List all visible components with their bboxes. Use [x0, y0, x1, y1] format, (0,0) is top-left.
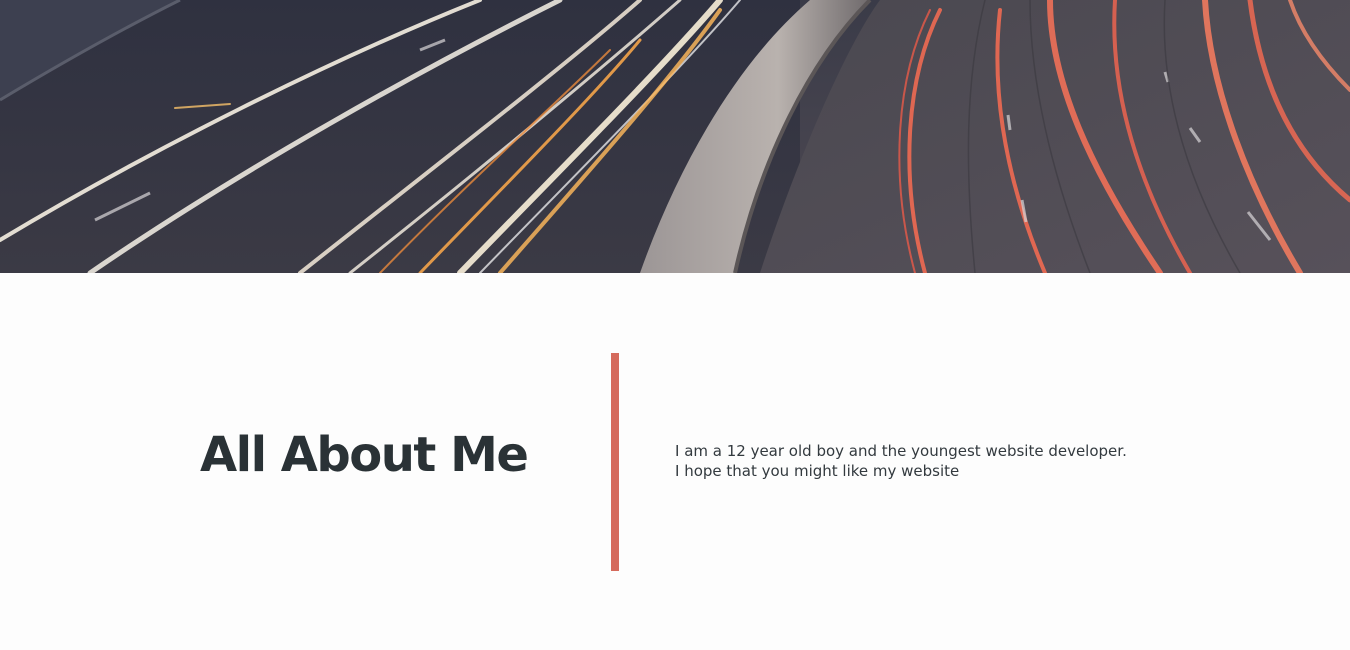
accent-divider [611, 353, 619, 571]
about-description: I am a 12 year old boy and the youngest … [675, 442, 1127, 480]
about-title: All About Me [200, 427, 529, 483]
about-section: All About Me I am a 12 year old boy and … [0, 273, 1350, 650]
hero-image [0, 0, 1350, 273]
highway-light-trails-photo [0, 0, 1350, 273]
